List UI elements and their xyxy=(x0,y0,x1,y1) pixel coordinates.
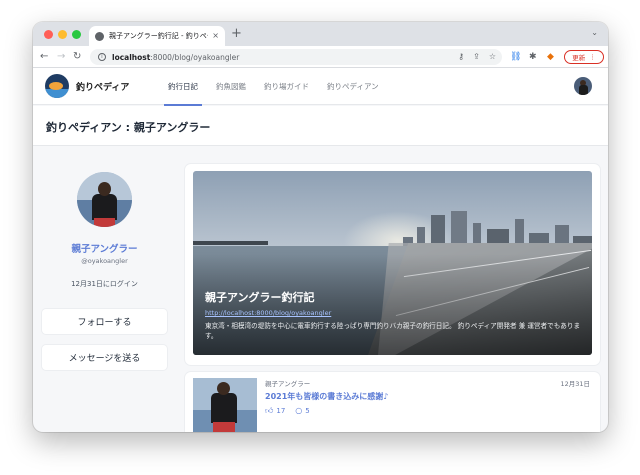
hero-image: 親子アングラー釣行記 http://localhost:8000/blog/oy… xyxy=(193,171,592,355)
blog-post-card[interactable]: 親子アングラー 12月31日 2021年も皆様の書き込みに感謝♪ 👍︎ 17 ○… xyxy=(185,372,600,432)
profile-avatar xyxy=(77,172,132,227)
thumbs-up-icon: 👍︎ xyxy=(265,406,274,415)
chevron-down-icon[interactable]: ⌄ xyxy=(591,28,598,37)
star-icon[interactable]: ☆ xyxy=(489,52,496,61)
avatar-body xyxy=(579,85,588,95)
key-icon[interactable]: ⚷ xyxy=(458,52,464,61)
thumb-person-body xyxy=(211,393,237,423)
wave-icon xyxy=(45,89,69,98)
url-text: localhost:8000/blog/oyakoangler xyxy=(112,53,239,62)
blog-description: 東京湾・相模湾の堤防を中心に電車釣行する陸っぱり専門釣りバカ親子の釣行日記。 釣… xyxy=(205,322,581,340)
avatar-person-head xyxy=(98,182,111,196)
comment-count-value: 5 xyxy=(305,407,310,415)
link-extension-icon[interactable]: ⛓ xyxy=(510,51,521,63)
minimize-window-button[interactable] xyxy=(58,30,67,39)
site-header: 釣りペディア 釣行日記 釣魚図鑑 釣り場ガイド 釣りペディアン xyxy=(33,68,608,106)
comment-icon: ○ xyxy=(295,406,303,415)
fish-icon xyxy=(49,82,63,90)
comment-count[interactable]: ○ 5 xyxy=(295,406,310,416)
browser-tab[interactable]: 親子アングラー釣行記 - 釣りペディ × xyxy=(89,26,225,46)
close-icon[interactable]: × xyxy=(212,32,219,40)
like-count-value: 17 xyxy=(276,407,286,415)
follow-button[interactable]: フォローする xyxy=(42,309,167,334)
kebab-menu-icon: ⋮ xyxy=(589,53,596,61)
update-label: 更新 xyxy=(572,54,586,62)
avatar-person-body xyxy=(92,194,117,220)
new-tab-button[interactable]: + xyxy=(231,26,242,42)
tab-bar: 親子アングラー釣行記 - 釣りペディ × + ⌄ xyxy=(33,22,608,46)
post-title[interactable]: 2021年も皆様の書き込みに感謝♪ xyxy=(265,391,388,402)
tab-title: 親子アングラー釣行記 - 釣りペディ xyxy=(109,32,208,40)
main-nav: 釣行日記 釣魚図鑑 釣り場ガイド 釣りペディアン xyxy=(159,68,388,106)
puzzle-extension-icon[interactable]: ✱ xyxy=(529,51,537,63)
thumb-person-legs xyxy=(213,422,235,432)
last-login: 12月31日にログイン xyxy=(71,280,138,288)
info-icon[interactable]: i xyxy=(98,53,106,61)
blog-title: 親子アングラー釣行記 xyxy=(205,291,315,304)
thumb-person-head xyxy=(217,382,230,395)
address-bar[interactable]: i localhost:8000/blog/oyakoangler ⚷ ⇪ ☆ xyxy=(90,49,502,65)
blog-url-link[interactable]: http://localhost:8000/blog/oyakoangler xyxy=(205,309,331,317)
close-window-button[interactable] xyxy=(44,30,53,39)
back-arrow-icon[interactable]: ← xyxy=(40,50,48,64)
avatar-person-legs xyxy=(94,218,115,227)
profile-name[interactable]: 親子アングラー xyxy=(33,241,176,255)
user-avatar[interactable] xyxy=(574,77,592,95)
forward-arrow-icon[interactable]: → xyxy=(57,50,65,64)
zoom-window-button[interactable] xyxy=(72,30,81,39)
post-thumbnail[interactable] xyxy=(193,378,257,432)
share-icon[interactable]: ⇪ xyxy=(473,52,480,61)
fox-extension-icon[interactable]: ◆ xyxy=(547,51,554,63)
page-title-bar: 釣りペディアン : 親子アングラー xyxy=(33,106,608,146)
blog-hero-card: 親子アングラー釣行記 http://localhost:8000/blog/oy… xyxy=(185,164,600,365)
update-button[interactable]: 更新 ⋮ xyxy=(564,50,604,64)
post-author[interactable]: 親子アングラー xyxy=(265,378,310,388)
nav-item-spot-guide[interactable]: 釣り場ガイド xyxy=(255,68,318,105)
address-bar-actions: ⚷ ⇪ ☆ xyxy=(458,52,496,61)
post-stats: 👍︎ 17 ○ 5 xyxy=(265,406,310,416)
nav-item-diary[interactable]: 釣行日記 xyxy=(159,68,207,106)
globe-icon xyxy=(95,31,104,41)
url-path: :8000/blog/oyakoangler xyxy=(150,52,240,62)
send-message-button[interactable]: メッセージを送る xyxy=(42,345,167,370)
profile-handle: @oyakoangler xyxy=(81,257,128,265)
reload-icon[interactable]: ↻ xyxy=(73,50,81,64)
brand-name[interactable]: 釣りペディア xyxy=(76,80,129,93)
browser-window: 親子アングラー釣行記 - 釣りペディ × + ⌄ ← → ↻ i localho… xyxy=(33,22,608,432)
nav-item-fish-guide[interactable]: 釣魚図鑑 xyxy=(207,68,255,105)
post-date: 12月31日 xyxy=(560,380,590,388)
url-host: localhost xyxy=(112,52,151,62)
like-count[interactable]: 👍︎ 17 xyxy=(265,406,286,416)
site-logo[interactable] xyxy=(45,74,69,98)
nav-item-members[interactable]: 釣りペディアン xyxy=(318,68,388,105)
page-title: 釣りペディアン : 親子アングラー xyxy=(46,121,211,134)
browser-toolbar: ← → ↻ i localhost:8000/blog/oyakoangler … xyxy=(33,46,608,68)
